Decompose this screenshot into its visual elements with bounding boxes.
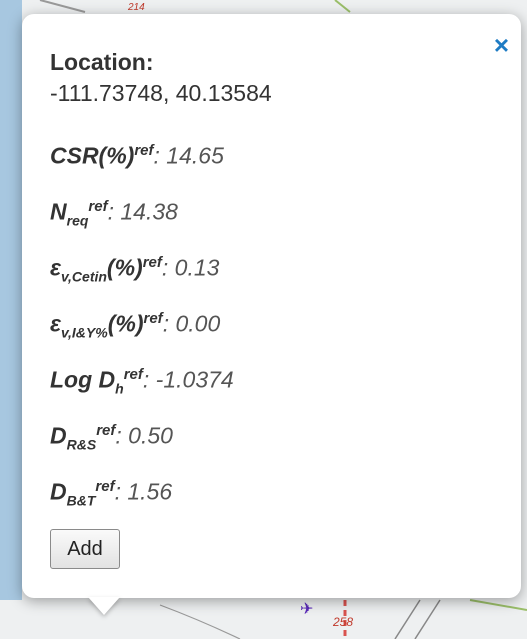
ref-superscript: ref [142,254,162,271]
ref-superscript: ref [123,366,143,383]
csr-label: CSR(%) [50,142,135,169]
dbt-value: : 1.56 [114,478,173,505]
logdh-row: Log Dhref: -1.0374 [50,366,234,396]
dbt-subscript: B&T [66,492,96,509]
location-label: Location: [50,49,154,75]
nreq-subscript: req [66,212,89,229]
drs-value: : 0.50 [115,422,173,449]
logdh-subscript: h [115,380,124,397]
dbt-label: D [50,478,67,505]
ev-cetin-row: εv,Cetin(%)ref: 0.13 [50,254,219,284]
ev-cetin-suffix: (%) [106,254,143,281]
ev-cetin-label: ε [50,254,62,281]
ev-cetin-value: : 0.13 [161,254,220,281]
logdh-value: : -1.0374 [142,366,234,393]
nreq-value: : 14.38 [107,198,178,225]
logdh-label: Log D [50,366,116,393]
close-icon[interactable]: × [494,32,509,58]
road-label: 258 [332,615,353,629]
road-label: 214 [127,2,145,13]
ref-superscript: ref [88,198,108,215]
ref-superscript: ref [134,142,154,159]
add-button[interactable]: Add [50,529,120,569]
ev-cetin-subscript: v,Cetin [61,268,107,285]
map-popup: × Location: -111.73748, 40.13584 CSR(%)r… [22,14,521,598]
ref-superscript: ref [96,422,116,439]
dbt-row: DB&Tref: 1.56 [50,478,172,508]
water-area [0,0,22,600]
ev-iy-subscript: v,I&Y% [61,324,108,341]
location-value: -111.73748, 40.13584 [50,80,272,106]
ev-iy-label: ε [50,310,62,337]
popup-tip [88,597,120,615]
ev-iy-suffix: (%) [107,310,144,337]
ref-superscript: ref [95,478,115,495]
ev-iy-row: εv,I&Y%(%)ref: 0.00 [50,310,220,340]
drs-label: D [50,422,67,449]
ref-superscript: ref [143,310,163,327]
popup-content: Location: -111.73748, 40.13584 [50,48,481,107]
drs-row: DR&Sref: 0.50 [50,422,173,452]
csr-row: CSR(%)ref: 14.65 [50,142,224,170]
ev-iy-value: : 0.00 [162,310,221,337]
drs-subscript: R&S [66,436,97,453]
nreq-row: Nreqref: 14.38 [50,198,178,228]
nreq-label: N [50,198,67,225]
csr-value: : 14.65 [153,142,224,169]
airport-icon: ✈ [300,599,313,618]
